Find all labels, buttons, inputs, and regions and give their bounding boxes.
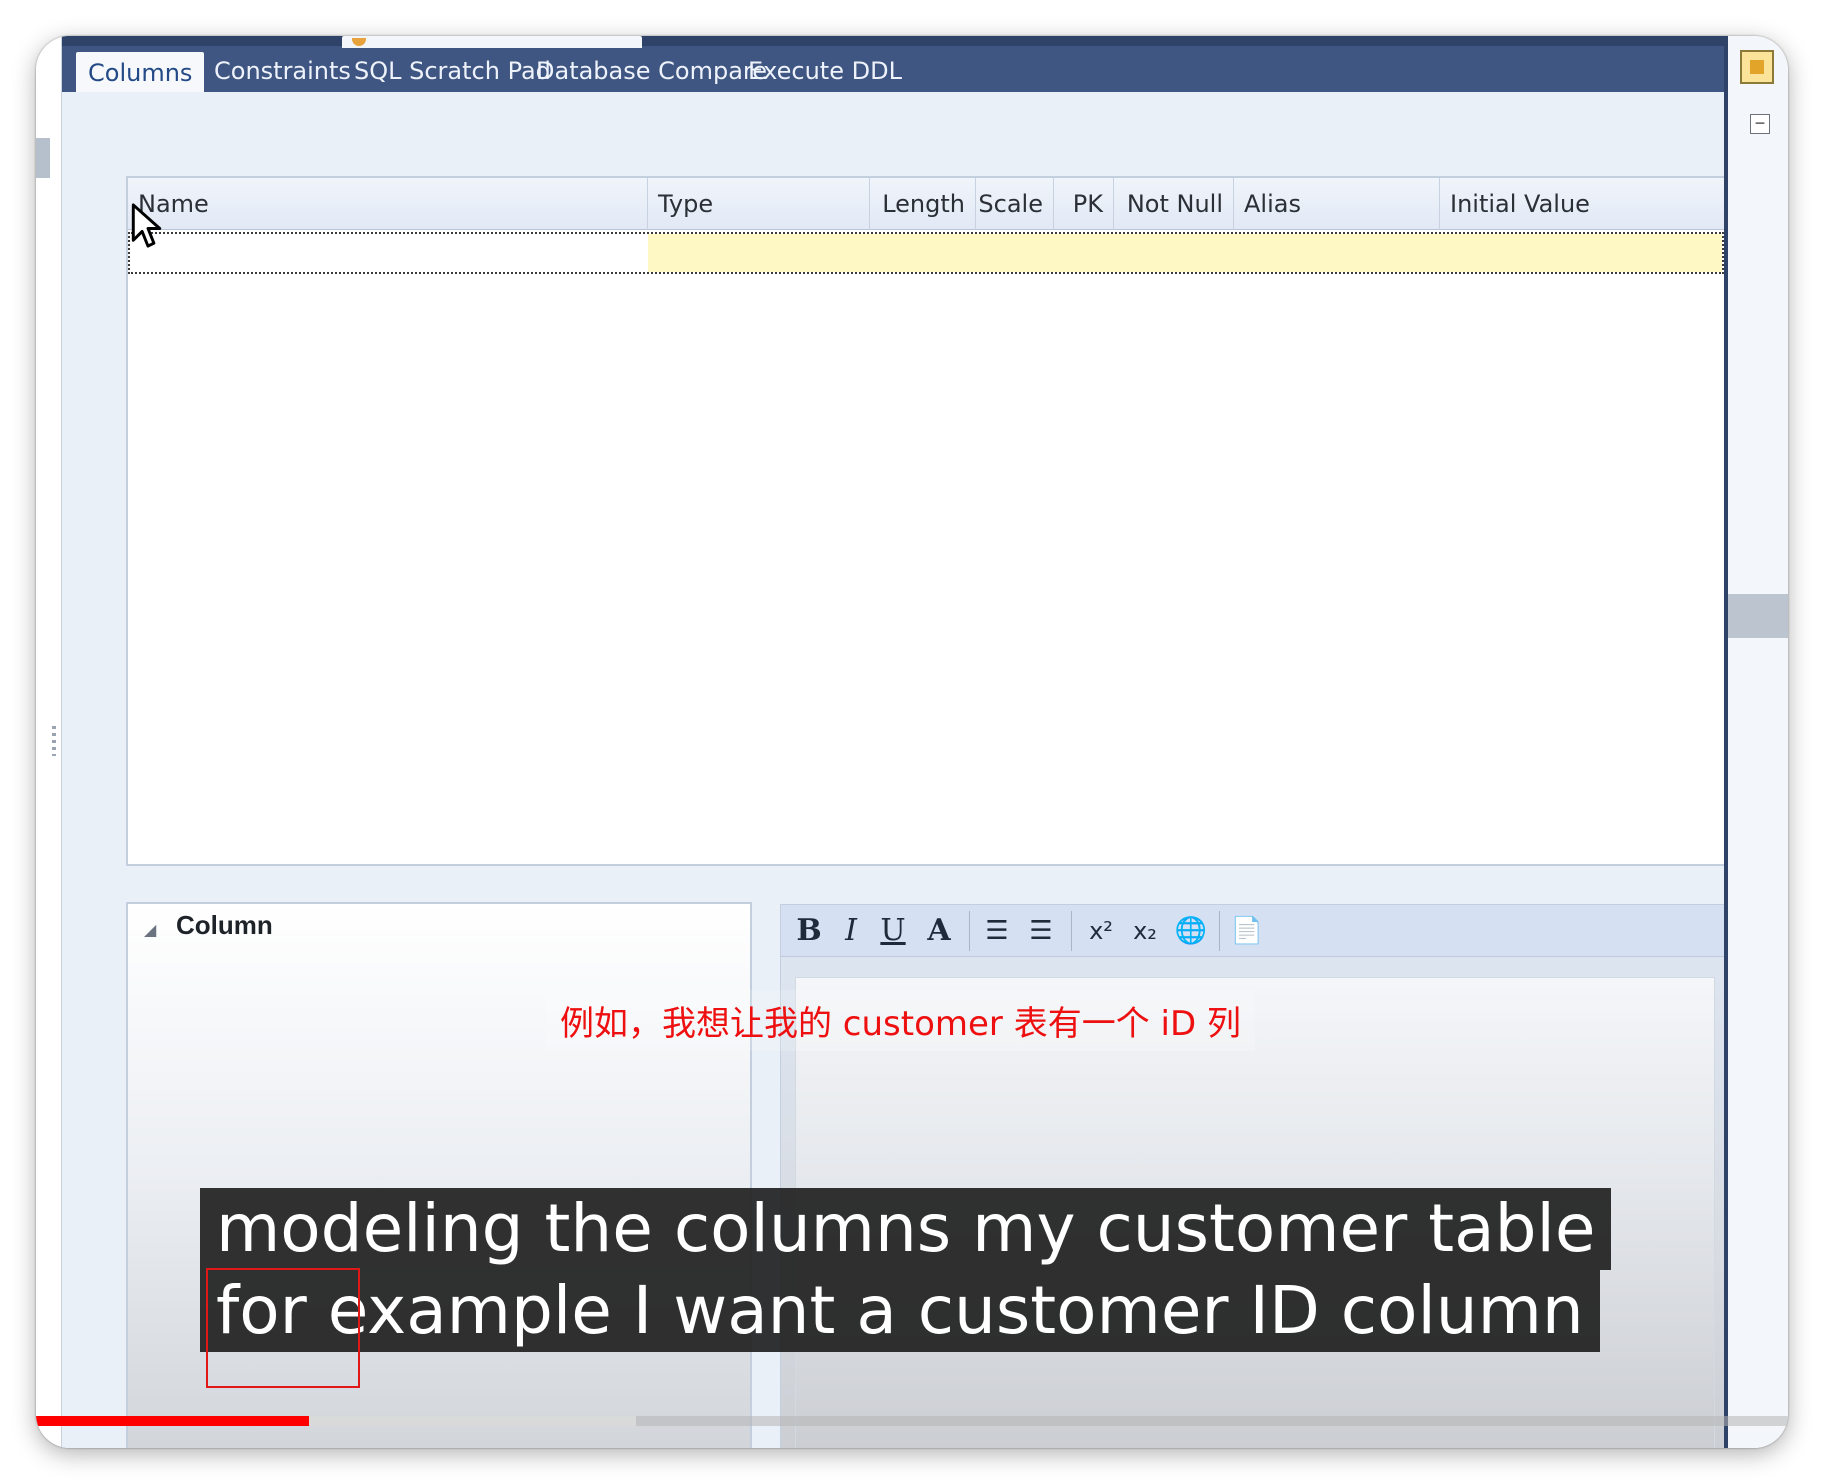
italic-button[interactable]: I [831, 911, 871, 951]
new-row-highlight [648, 234, 1722, 272]
tab-database-compare[interactable]: Database Compare [536, 50, 767, 92]
document-button[interactable]: 📄 [1227, 911, 1267, 951]
numbered-list-button[interactable]: ☰ [1021, 911, 1061, 951]
english-subtitle: modeling the columns my customer table f… [200, 1188, 1612, 1352]
collapse-icon[interactable]: − [1750, 114, 1770, 134]
document-tab[interactable] [342, 36, 642, 48]
toolbox-icon[interactable] [1740, 50, 1774, 84]
subtitle-line-2: for example I want a customer ID column [200, 1270, 1600, 1352]
font-color-icon: A [927, 913, 951, 948]
column-header-not-null[interactable]: Not Null [1114, 178, 1234, 230]
document-tab-strip [62, 36, 1724, 46]
new-row[interactable] [128, 232, 1724, 274]
toolbar-separator [1071, 911, 1072, 951]
column-header-scale[interactable]: Scale [976, 178, 1054, 230]
bullet-list-button[interactable]: ☰ [977, 911, 1017, 951]
globe-icon: 🌐 [1174, 916, 1208, 946]
triangle-collapse-icon[interactable]: ◢ [144, 920, 156, 940]
tab-constraints[interactable]: Constraints [214, 50, 351, 92]
editor-toolbar: B I U A ☰ ☰ x² x₂ 🌐 📄 [781, 905, 1727, 957]
grid-header: Name Type Length Scale PK Not Null Alias… [128, 178, 1724, 230]
column-header-name[interactable]: Name [128, 178, 648, 230]
hyperlink-button[interactable]: 🌐 [1171, 911, 1211, 951]
properties-section-title: Column [176, 910, 273, 940]
column-header-pk[interactable]: PK [1054, 178, 1114, 230]
column-header-type[interactable]: Type [648, 178, 870, 230]
scrollbar-thumb[interactable] [1728, 594, 1788, 638]
left-splitter-mark [36, 138, 50, 178]
splitter-grip[interactable] [52, 726, 56, 756]
highlight-box [206, 1268, 360, 1388]
tab-bar: Columns Constraints SQL Scratch Pad Data… [62, 36, 1724, 94]
video-frame: Columns Constraints SQL Scratch Pad Data… [36, 36, 1788, 1448]
document-icon: 📄 [1230, 916, 1264, 946]
progress-played [36, 1416, 310, 1426]
toolbar-separator [1219, 911, 1220, 951]
chinese-subtitle: 例如，我想让我的 customer 表有一个 iD 列 [546, 990, 1255, 1051]
mouse-cursor-icon [131, 203, 162, 248]
video-progress-bar[interactable] [36, 1416, 1788, 1426]
column-header-alias[interactable]: Alias [1234, 178, 1440, 230]
toolbox-icon-inner [1750, 60, 1764, 74]
tab-sql-scratch-pad[interactable]: SQL Scratch Pad [354, 50, 551, 92]
left-splitter[interactable] [36, 36, 62, 1448]
font-color-button[interactable]: A [919, 911, 959, 951]
superscript-button[interactable]: x² [1081, 911, 1121, 951]
notes-editor: B I U A ☰ ☰ x² x₂ 🌐 📄 [780, 904, 1728, 1448]
underline-button[interactable]: U [873, 911, 913, 951]
right-side-panel: − [1724, 36, 1788, 1448]
columns-grid[interactable]: Name Type Length Scale PK Not Null Alias… [126, 176, 1726, 866]
document-tab-icon [352, 38, 366, 46]
bold-button[interactable]: B [789, 911, 829, 951]
subscript-button[interactable]: x₂ [1125, 911, 1165, 951]
tab-columns[interactable]: Columns [76, 52, 205, 94]
column-header-initial-value[interactable]: Initial Value [1440, 178, 1724, 230]
tab-execute-ddl[interactable]: Execute DDL [748, 50, 902, 92]
subtitle-line-1: modeling the columns my customer table [200, 1188, 1612, 1270]
column-header-length[interactable]: Length [870, 178, 976, 230]
toolbar-separator [969, 911, 970, 951]
